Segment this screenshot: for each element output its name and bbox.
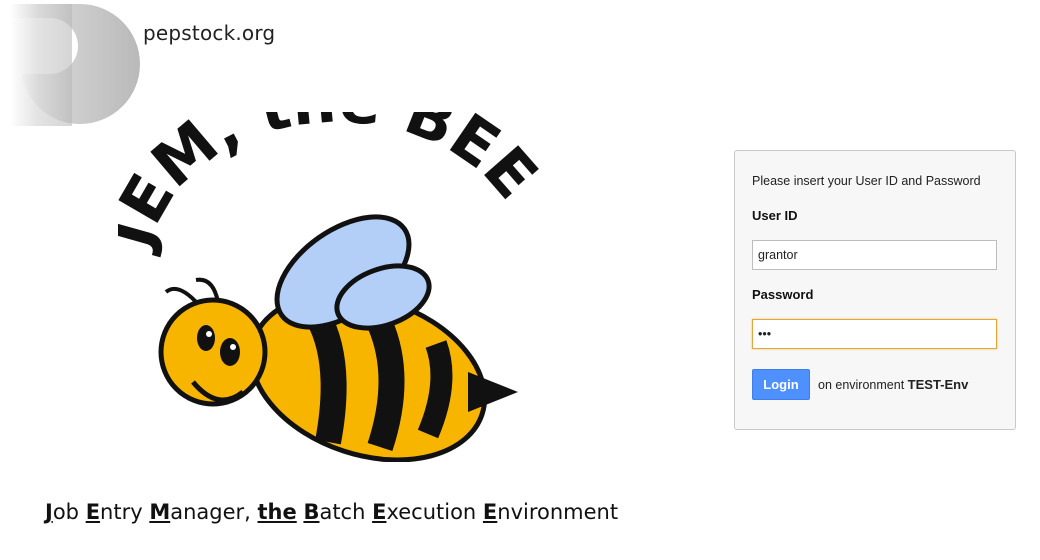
bee-icon — [158, 214, 518, 462]
environment-info: on environment TEST-Env — [818, 377, 968, 392]
login-prompt: Please insert your User ID and Password — [752, 174, 981, 188]
login-panel: Please insert your User ID and Password … — [734, 150, 1016, 430]
pepstock-logo — [10, 4, 140, 126]
site-name: pepstock.org — [143, 21, 276, 45]
password-input[interactable] — [752, 319, 997, 349]
env-prefix: on environment — [818, 378, 905, 392]
tagline: Job Entry Manager, the Batch Execution E… — [45, 500, 619, 524]
env-name: TEST-Env — [907, 377, 969, 392]
jem-bee-illustration: JEM, the BEE — [118, 112, 548, 462]
login-button[interactable]: Login — [752, 369, 810, 400]
userid-input[interactable] — [752, 240, 997, 270]
password-label: Password — [752, 287, 814, 302]
userid-label: User ID — [752, 208, 798, 223]
